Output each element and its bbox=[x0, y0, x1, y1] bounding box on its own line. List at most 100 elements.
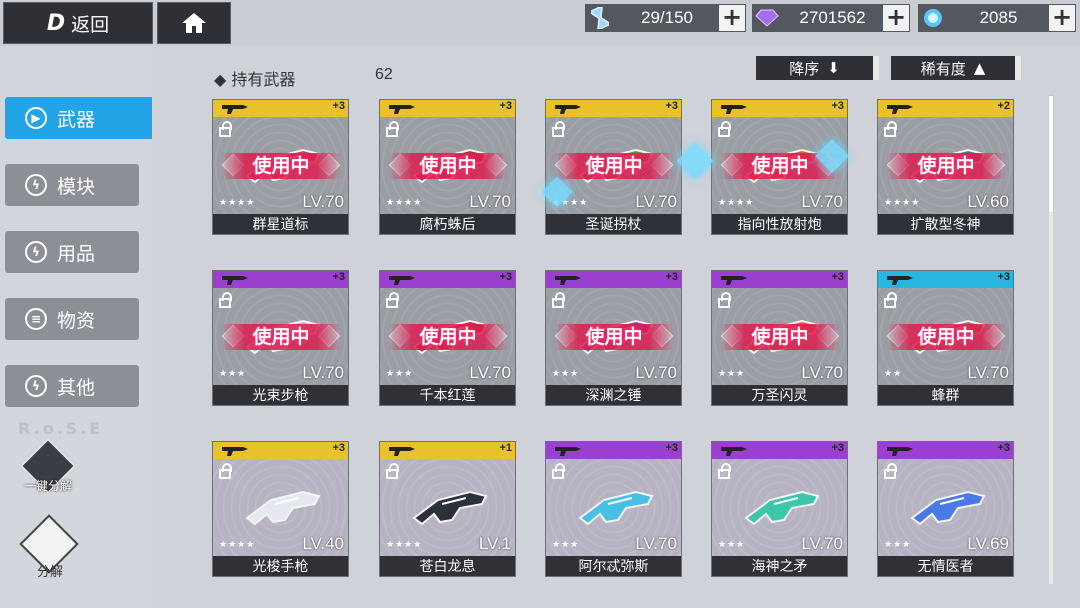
weapon-level: LV.70 bbox=[302, 363, 344, 382]
enhance-level: +3 bbox=[499, 100, 512, 112]
lock-icon[interactable] bbox=[219, 292, 232, 308]
enhance-level: +3 bbox=[831, 442, 844, 454]
weapon-name: 腐朽蛛后 bbox=[380, 214, 515, 234]
sidebar-item-weapons[interactable]: ▶ 武器 bbox=[5, 97, 165, 139]
weapon-type-icon bbox=[222, 276, 248, 285]
star-rating: ★★★ bbox=[386, 369, 414, 379]
enhance-level: +3 bbox=[665, 442, 678, 454]
sidebar-item-label: 武器 bbox=[57, 108, 96, 131]
lock-icon[interactable] bbox=[718, 121, 731, 137]
weapon-card[interactable]: +3 使用中 ★★ LV.70 蜂群 bbox=[877, 270, 1014, 406]
in-use-badge: 使用中 bbox=[720, 324, 840, 350]
weapon-type-icon bbox=[222, 447, 248, 456]
weapon-card[interactable]: +3 使用中 ★★★★ LV.70 群星道标 bbox=[212, 99, 349, 235]
sidebar-item-supplies[interactable]: ϟ 用品 bbox=[5, 231, 139, 273]
scroll-thumb[interactable] bbox=[1049, 96, 1053, 212]
home-icon bbox=[182, 13, 206, 33]
weapon-card[interactable]: +3 ★★★★ LV.40 光梭手枪 bbox=[212, 441, 349, 577]
back-logo-icon: D bbox=[46, 10, 65, 36]
star-rating: ★★★ bbox=[718, 540, 746, 550]
hourglass-icon bbox=[585, 4, 615, 32]
lock-icon[interactable] bbox=[718, 463, 731, 479]
weapon-icon bbox=[910, 490, 986, 526]
weapon-card[interactable]: +3 使用中 ★★★★ LV.70 腐朽蛛后 bbox=[379, 99, 516, 235]
sidebar-item-label: 用品 bbox=[57, 242, 96, 265]
bolt-icon: ϟ bbox=[25, 375, 47, 397]
weapon-type-icon bbox=[721, 276, 747, 285]
weapon-type-icon bbox=[389, 105, 415, 114]
lock-icon[interactable] bbox=[718, 292, 731, 308]
sidebar-item-materials[interactable]: ≡ 物资 bbox=[5, 298, 139, 340]
enhance-level: +3 bbox=[997, 442, 1010, 454]
lock-icon[interactable] bbox=[552, 292, 565, 308]
lock-icon[interactable] bbox=[884, 121, 897, 137]
weapon-type-icon bbox=[389, 276, 415, 285]
weapon-icon bbox=[412, 490, 488, 526]
weapon-type-icon bbox=[721, 105, 747, 114]
weapon-name: 指向性放射炮 bbox=[712, 214, 847, 234]
sidebar-item-label: 物资 bbox=[57, 309, 96, 332]
stamina-value: 29/150 bbox=[641, 8, 693, 27]
back-button[interactable]: D 返回 bbox=[3, 2, 153, 44]
weapon-card[interactable]: +3 使用中 ★★★ LV.70 光束步枪 bbox=[212, 270, 349, 406]
weapon-card[interactable]: +3 使用中 ★★★ LV.70 深渊之锤 bbox=[545, 270, 682, 406]
weapon-type-icon bbox=[721, 447, 747, 456]
weapon-icon bbox=[744, 490, 820, 526]
add-stamina-button[interactable]: + bbox=[719, 5, 745, 31]
star-rating: ★★★★ bbox=[386, 198, 423, 208]
weapon-card[interactable]: +3 使用中 ★★★ LV.70 千本红莲 bbox=[379, 270, 516, 406]
weapon-name: 圣诞拐杖 bbox=[546, 214, 681, 234]
in-use-badge: 使用中 bbox=[221, 324, 341, 350]
star-rating: ★★★ bbox=[219, 369, 247, 379]
purple-gem-icon bbox=[752, 4, 782, 32]
lock-icon[interactable] bbox=[219, 463, 232, 479]
weapon-level: LV.70 bbox=[635, 363, 677, 382]
weapon-type-icon bbox=[389, 447, 415, 456]
weapon-card[interactable]: +3 使用中 ★★★ LV.70 万圣闪灵 bbox=[711, 270, 848, 406]
add-energy-button[interactable]: + bbox=[1049, 5, 1075, 31]
held-weapons-label: ◆ 持有武器 bbox=[214, 70, 296, 89]
sidebar-item-label: 其他 bbox=[57, 376, 96, 399]
quick-dismantle-label: 一键分解 bbox=[23, 479, 72, 493]
weapon-name: 光束步枪 bbox=[213, 385, 348, 405]
star-rating: ★★★★ bbox=[718, 198, 755, 208]
weapon-card[interactable]: +2 使用中 ★★★★ LV.60 扩散型冬神 bbox=[877, 99, 1014, 235]
sidebar: ▶ 武器 ϟ 模块 ϟ 用品 ≡ 物资 ϟ 其他 R.o.S.E 一键分解 分解 bbox=[0, 46, 165, 608]
enhance-level: +3 bbox=[665, 100, 678, 112]
lock-icon[interactable] bbox=[386, 121, 399, 137]
scrollbar[interactable] bbox=[1049, 96, 1053, 584]
weapon-card[interactable]: +3 使用中 ★★★★ LV.70 圣诞拐杖 bbox=[545, 99, 682, 235]
sort-order-button[interactable]: 降序 ⬇ bbox=[756, 56, 879, 80]
energy-resource: 2085 + bbox=[918, 4, 1076, 32]
weapon-name: 光梭手枪 bbox=[213, 556, 348, 576]
lock-icon[interactable] bbox=[386, 292, 399, 308]
lock-icon[interactable] bbox=[386, 463, 399, 479]
weapon-level: LV.69 bbox=[967, 534, 1009, 553]
weapon-card[interactable]: +3 ★★★ LV.69 无情医者 bbox=[877, 441, 1014, 577]
rarity-icon: ▲ bbox=[973, 59, 986, 77]
weapon-level: LV.70 bbox=[635, 534, 677, 553]
home-button[interactable] bbox=[157, 2, 231, 44]
lock-icon[interactable] bbox=[552, 121, 565, 137]
lock-icon[interactable] bbox=[884, 292, 897, 308]
weapon-type-icon bbox=[887, 447, 913, 456]
lock-icon[interactable] bbox=[219, 121, 232, 137]
sort-rarity-button[interactable]: 稀有度 ▲ bbox=[891, 56, 1021, 80]
sparkle-effect bbox=[676, 142, 714, 180]
sidebar-item-others[interactable]: ϟ 其他 bbox=[5, 365, 139, 407]
weapon-card[interactable]: +1 ★★★★ LV.1 苍白龙息 bbox=[379, 441, 516, 577]
lock-icon[interactable] bbox=[884, 463, 897, 479]
weapon-type-icon bbox=[222, 105, 248, 114]
enhance-level: +3 bbox=[499, 271, 512, 283]
weapon-name: 无情医者 bbox=[878, 556, 1013, 576]
weapon-card[interactable]: +3 ★★★ LV.70 海神之矛 bbox=[711, 441, 848, 577]
weapon-type-icon bbox=[887, 105, 913, 114]
weapon-level: LV.70 bbox=[302, 192, 344, 211]
gun-icon: ▶ bbox=[25, 107, 47, 129]
weapon-card[interactable]: +3 ★★★ LV.70 阿尔忒弥斯 bbox=[545, 441, 682, 577]
energy-value: 2085 bbox=[979, 8, 1018, 27]
lock-icon[interactable] bbox=[552, 463, 565, 479]
sidebar-item-modules[interactable]: ϟ 模块 bbox=[5, 164, 139, 206]
weapon-name: 万圣闪灵 bbox=[712, 385, 847, 405]
add-crystal-button[interactable]: + bbox=[883, 5, 909, 31]
